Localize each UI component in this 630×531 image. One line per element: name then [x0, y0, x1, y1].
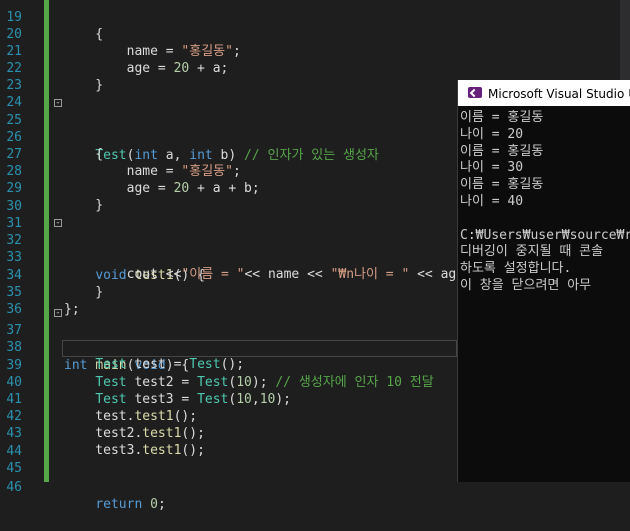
code-line[interactable]: 19 { — [0, 0, 630, 42]
console-line: 이름 = 홍길동 — [460, 110, 544, 125]
console-line: 이름 = 홍길동 — [460, 177, 544, 193]
console-line: 나이 = 40 — [460, 193, 524, 209]
code-line[interactable]: 20 name = "홍길동"; — [0, 9, 630, 59]
console-line: 하도록 설정합니다. — [460, 261, 572, 277]
console-line: 나이 = 20 — [460, 126, 524, 142]
console-output: 이름 = 홍길동 나이 = 20 이름 = 홍길동 나이 = 30 이름 = 홍… — [460, 110, 630, 482]
console-window[interactable]: Microsoft Visual Studio 디 이름 = 홍길동 나이 = … — [457, 80, 630, 482]
code-editor[interactable]: 19 { 20 name = "홍길동"; 21 age = 20 + a; 2… — [0, 0, 630, 512]
console-line: C:₩Users₩user₩source₩r — [460, 227, 630, 243]
code-line[interactable]: 23 — [0, 60, 630, 93]
collapse-icon[interactable]: - — [54, 309, 62, 318]
console-titlebar[interactable]: Microsoft Visual Studio 디 — [458, 80, 630, 106]
code-text: return 0; — [95, 497, 166, 513]
console-line: 나이 = 30 — [460, 160, 524, 176]
code-line[interactable]: 22 } — [0, 43, 630, 93]
console-line: 이름 = 홍길동 — [460, 143, 544, 159]
console-title: Microsoft Visual Studio 디 — [488, 87, 630, 101]
console-line: 디버깅이 중지될 때 콘솔 — [460, 244, 604, 260]
collapse-icon[interactable]: - — [54, 219, 62, 228]
visual-studio-console-icon — [468, 87, 482, 98]
console-line: 이 창을 닫으려면 아무 — [460, 277, 592, 293]
collapse-icon[interactable]: - — [54, 99, 62, 108]
code-line[interactable]: 21 age = 20 + a; — [0, 26, 630, 76]
